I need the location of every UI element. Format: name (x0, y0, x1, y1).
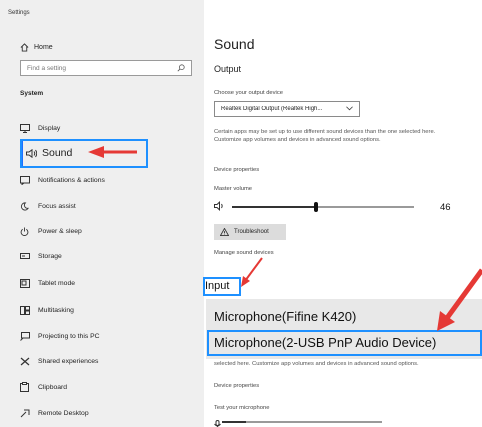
sidebar-item-label: Multitasking (38, 306, 74, 314)
microphone-icon (214, 416, 221, 427)
test-microphone-label: Test your microphone (214, 405, 270, 411)
selected-input-highlight-box (207, 330, 482, 356)
tablet-icon (20, 278, 38, 288)
storage-icon (20, 253, 38, 259)
output-device-dropdown[interactable]: Realtek Digital Output (Realtek High... (214, 101, 360, 117)
sidebar-item-label: Clipboard (38, 383, 68, 391)
search-icon (177, 64, 185, 72)
sidebar-item-label: Storage (38, 252, 62, 260)
section-system: System (20, 90, 44, 97)
output-heading: Output (214, 64, 242, 74)
sidebar-home[interactable]: Home (20, 40, 53, 54)
sidebar-home-label: Home (34, 43, 53, 51)
sidebar-item-power-sleep[interactable]: Power & sleep (20, 223, 82, 239)
sidebar-item-storage[interactable]: Storage (20, 248, 62, 264)
chevron-down-icon (346, 105, 353, 113)
sidebar-item-label: Projecting to this PC (38, 332, 100, 340)
home-icon (20, 42, 34, 52)
volume-track-fill (232, 206, 316, 208)
shared-icon (20, 357, 38, 366)
volume-track (232, 202, 414, 212)
volume-value: 46 (440, 202, 451, 213)
search-input[interactable]: Find a setting (20, 60, 192, 76)
search-placeholder: Find a setting (27, 64, 67, 72)
sidebar-item-clipboard[interactable]: Clipboard (20, 379, 67, 395)
clipboard-icon (20, 382, 38, 392)
sidebar-item-label: Tablet mode (38, 279, 76, 287)
master-volume-label: Master volume (214, 186, 253, 192)
input-highlight-box (203, 277, 241, 296)
sidebar-item-tablet-mode[interactable]: Tablet mode (20, 275, 75, 291)
display-icon (20, 123, 38, 133)
sound-highlight-box (20, 139, 148, 168)
sidebar-item-label: Power & sleep (38, 227, 82, 235)
notifications-icon (20, 175, 38, 185)
sidebar: Settings Home Find a setting System Disp… (0, 0, 204, 427)
troubleshoot-label: Troubleshoot (234, 229, 269, 235)
sidebar-item-shared-experiences[interactable]: Shared experiences (20, 353, 98, 369)
mic-test-meter-fill (222, 421, 246, 423)
input-description: selected here. Customize app volumes and… (214, 361, 419, 367)
multitasking-icon (20, 305, 38, 315)
volume-thumb[interactable] (313, 202, 318, 212)
input-option-fifine[interactable]: Microphone(Fifine K420) (214, 309, 356, 324)
master-volume-slider[interactable]: 46 (214, 200, 474, 214)
troubleshoot-button[interactable]: Troubleshoot (214, 224, 286, 240)
power-icon (20, 226, 38, 236)
sidebar-item-multitasking[interactable]: Multitasking (20, 302, 74, 318)
sidebar-item-label: Remote Desktop (38, 409, 89, 417)
mic-test-meter (222, 421, 382, 423)
output-device-label: Choose your output device (214, 90, 283, 96)
sidebar-item-remote-desktop[interactable]: Remote Desktop (20, 405, 89, 421)
projecting-icon (20, 331, 38, 341)
sidebar-item-focus-assist[interactable]: Focus assist (20, 198, 76, 214)
sidebar-item-label: Display (38, 124, 61, 132)
volume-icon (214, 201, 226, 213)
window-title: Settings (8, 10, 30, 16)
output-description: Certain apps may be set up to use differ… (214, 129, 436, 143)
sidebar-item-projecting[interactable]: Projecting to this PC (20, 328, 100, 344)
output-device-properties-link[interactable]: Device properties (214, 167, 259, 173)
sidebar-item-label: Focus assist (38, 202, 76, 210)
sidebar-item-notifications[interactable]: Notifications & actions (20, 172, 105, 188)
manage-sound-devices-link[interactable]: Manage sound devices (214, 250, 274, 256)
sidebar-item-label: Notifications & actions (38, 176, 105, 184)
output-device-value: Realtek Digital Output (Realtek High... (221, 106, 323, 112)
remote-desktop-icon (20, 409, 38, 418)
warning-icon (220, 228, 230, 236)
page-title: Sound (214, 36, 255, 52)
sidebar-item-label: Shared experiences (38, 357, 99, 365)
moon-icon (20, 201, 38, 211)
sidebar-item-display[interactable]: Display (20, 120, 60, 136)
input-device-properties-link[interactable]: Device properties (214, 383, 259, 389)
